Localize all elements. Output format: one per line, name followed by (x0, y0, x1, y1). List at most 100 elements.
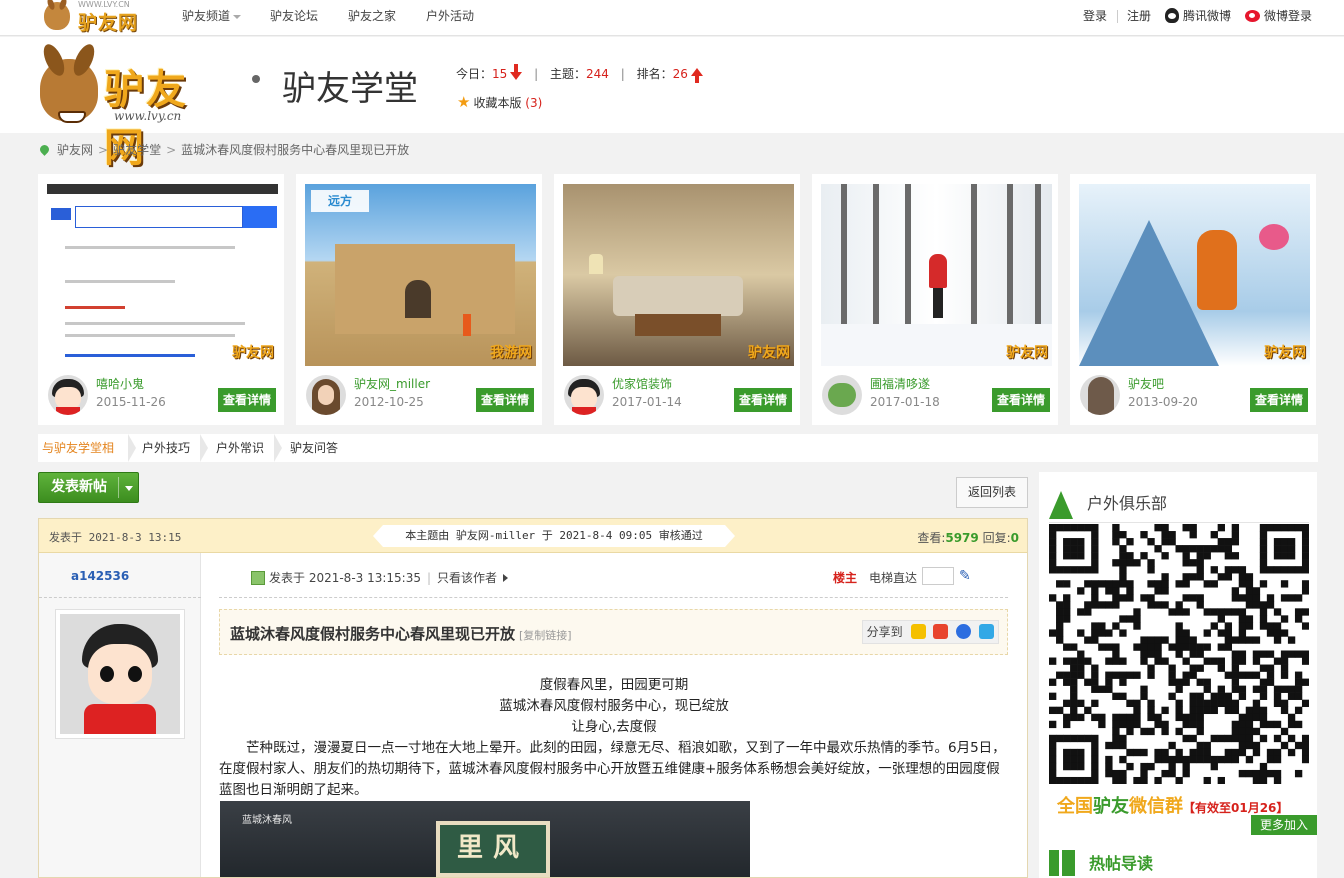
card-author[interactable]: 驴友网_miller (354, 375, 430, 392)
qr-module (1161, 706, 1169, 715)
qr-module (1210, 545, 1218, 553)
recommend-image[interactable]: 驴友网 (821, 184, 1052, 366)
avatar[interactable] (48, 375, 88, 415)
avatar-shirt (572, 407, 596, 415)
view-details-button[interactable]: 查看详情 (992, 388, 1050, 412)
recommend-image[interactable]: 驴友网 (563, 184, 794, 366)
qr-module (1161, 657, 1169, 665)
qr-module (1231, 685, 1240, 693)
view-details-button[interactable]: 查看详情 (734, 388, 792, 412)
breadcrumb-forum[interactable]: 驴友学堂 (113, 143, 161, 157)
view-details-button[interactable]: 查看详情 (476, 388, 534, 412)
view-details-button[interactable]: 查看详情 (218, 388, 276, 412)
favorite-forum-link[interactable]: ★ 收藏本版 (3) (457, 93, 542, 111)
qr-module (1280, 741, 1289, 750)
qr-module (1070, 566, 1078, 574)
recommend-image[interactable]: 远方 我游网 (305, 184, 536, 366)
avatar[interactable] (1080, 375, 1120, 415)
qr-module (1147, 559, 1155, 567)
qr-module (1245, 615, 1254, 623)
view-details-button[interactable]: 查看详情 (1250, 388, 1308, 412)
qr-module (1168, 531, 1176, 539)
avatar[interactable] (822, 375, 862, 415)
qr-module (1098, 685, 1106, 693)
list-grid-icon (1049, 850, 1075, 876)
subnav-item-qa[interactable]: 驴友问答 (290, 434, 338, 462)
card-author[interactable]: 优家馆装饰 (612, 375, 672, 392)
recommend-image[interactable]: 驴友网 (1079, 184, 1310, 366)
qr-module (1259, 734, 1268, 743)
top-logo[interactable]: WWW.LVY.CN 驴友网 (44, 0, 144, 34)
qr-module (1168, 678, 1176, 686)
baidu-share-icon[interactable] (956, 624, 972, 639)
post-image[interactable]: 蓝城沐春风 里风春 (220, 801, 750, 877)
qr-module (1126, 587, 1134, 595)
fortress-gate (405, 280, 431, 318)
floor-jump-input[interactable] (922, 567, 954, 585)
qr-module (1140, 531, 1148, 539)
copy-link[interactable]: [复制链接] (519, 629, 572, 642)
subnav-separator (128, 434, 136, 462)
qr-module (1196, 664, 1204, 672)
nav-item-home[interactable]: 驴友之家 (348, 0, 396, 32)
card-author[interactable]: 圃福清哆遂 (870, 375, 930, 392)
chevron-down-icon[interactable] (125, 486, 133, 491)
qr-module (1140, 650, 1148, 658)
qr-module (1259, 524, 1268, 532)
qr-module (1245, 622, 1254, 630)
qr-module (1119, 566, 1127, 574)
qr-module (1070, 657, 1078, 665)
qr-module (1280, 706, 1289, 715)
nav-label: 驴友论坛 (270, 9, 319, 23)
card-author[interactable]: 嘻哈小鬼 (96, 375, 144, 392)
subnav-item-knowledge[interactable]: 户外常识 (216, 434, 264, 462)
qr-module (1056, 636, 1064, 644)
logo-url: www.lvy.cn (114, 109, 182, 123)
qr-module (1196, 727, 1204, 736)
author-only-link[interactable]: 只看该作者 (437, 571, 497, 585)
sidebar: 户外俱乐部 全国驴友微信群【有效至01月26】 更多加入 热帖导读 (1039, 472, 1317, 878)
register-link[interactable]: 注册 (1127, 0, 1151, 32)
nav-item-forum[interactable]: 驴友论坛 (270, 0, 318, 32)
qr-module (1175, 643, 1183, 651)
nav-item-outdoor[interactable]: 户外活动 (426, 0, 474, 32)
qr-module (1091, 636, 1099, 644)
nav-item-channel[interactable]: 驴友频道 (182, 0, 242, 32)
card-author[interactable]: 驴友吧 (1128, 375, 1164, 392)
qq-share-icon[interactable] (979, 624, 994, 639)
qr-module (1182, 657, 1190, 665)
qr-module (1196, 601, 1204, 609)
author-avatar[interactable] (55, 609, 185, 739)
site-logo[interactable]: 驴友网 www.lvy.cn (38, 45, 228, 171)
qr-module (1105, 629, 1113, 637)
new-post-button[interactable]: 发表新帖 (38, 472, 139, 503)
qq-weibo-link[interactable]: 腾讯微博 (1165, 0, 1231, 32)
breadcrumb-home[interactable]: 驴友网 (57, 143, 93, 157)
qzone-share-icon[interactable] (910, 624, 926, 639)
qr-module (1273, 769, 1282, 778)
subnav-item-related[interactable]: 与驴友学堂相 (42, 434, 114, 462)
author-username[interactable]: a142536 (71, 569, 129, 583)
qr-module (1259, 692, 1268, 700)
qr-module (1168, 643, 1176, 651)
weibo-login-link[interactable]: 微博登录 (1245, 0, 1312, 32)
qr-module (1196, 755, 1204, 764)
subnav-item-skills[interactable]: 户外技巧 (142, 434, 190, 462)
content-line: 让身心,去度假 (571, 719, 657, 735)
login-link[interactable]: 登录 (1083, 0, 1107, 32)
qr-module (1126, 727, 1134, 736)
back-to-list-button[interactable]: 返回列表 (956, 477, 1028, 508)
post-content: 度假春风里，田园更可期 蓝城沐春风度假村服务中心，现已绽放 让身心,去度假 芒种… (219, 675, 1009, 801)
recommend-image[interactable]: 驴友网 (47, 184, 278, 366)
avatar[interactable] (564, 375, 604, 415)
pen-go-icon[interactable]: ✎ (959, 567, 977, 585)
qr-module (1245, 720, 1254, 729)
more-join-button[interactable]: 更多加入 (1251, 815, 1317, 835)
avatar[interactable] (306, 375, 346, 415)
qr-module (1161, 587, 1169, 595)
avatar-shirt (56, 407, 80, 415)
breadcrumb-thread[interactable]: 蓝城沐春风度假村服务中心春风里现已开放 (181, 143, 409, 157)
qr-module (1217, 685, 1225, 693)
qr-module (1217, 538, 1225, 546)
weibo-share-icon[interactable] (933, 624, 949, 639)
